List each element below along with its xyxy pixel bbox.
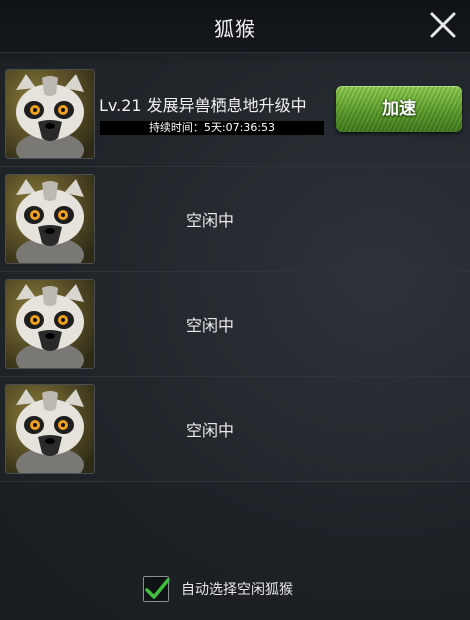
slot-status: 空闲中 [185,211,234,230]
duration-timer: 持续时间：5天:07:36:53 [100,121,324,135]
lemur-slot-2[interactable]: 空闲中 [0,167,470,272]
close-button[interactable] [426,8,460,42]
lemur-portrait [5,384,95,474]
lemur-portrait [5,174,95,264]
close-icon [430,12,456,38]
lemur-slot-list: Lv.21 发展异兽栖息地升级中 持续时间：5天:07:36:53 加速 空闲中… [0,62,470,482]
title-bar: 狐猴 [0,0,470,53]
slot-status: 空闲中 [185,421,234,440]
auto-select-checkbox[interactable] [143,576,170,602]
auto-select-label: 自动选择空闲狐猴 [181,582,293,598]
lemur-slot-3[interactable]: 空闲中 [0,272,470,377]
lemur-portrait [5,279,95,369]
lemur-slot-1[interactable]: Lv.21 发展异兽栖息地升级中 持续时间：5天:07:36:53 加速 [0,62,470,167]
speed-up-button[interactable]: 加速 [336,86,462,132]
checkmark-icon [145,578,170,599]
lemur-portrait [5,69,95,159]
slot-status: 空闲中 [185,316,234,335]
lemur-slot-4[interactable]: 空闲中 [0,377,470,482]
page-title: 狐猴 [214,17,256,41]
task-title: Lv.21 发展异兽栖息地升级中 [99,96,307,115]
